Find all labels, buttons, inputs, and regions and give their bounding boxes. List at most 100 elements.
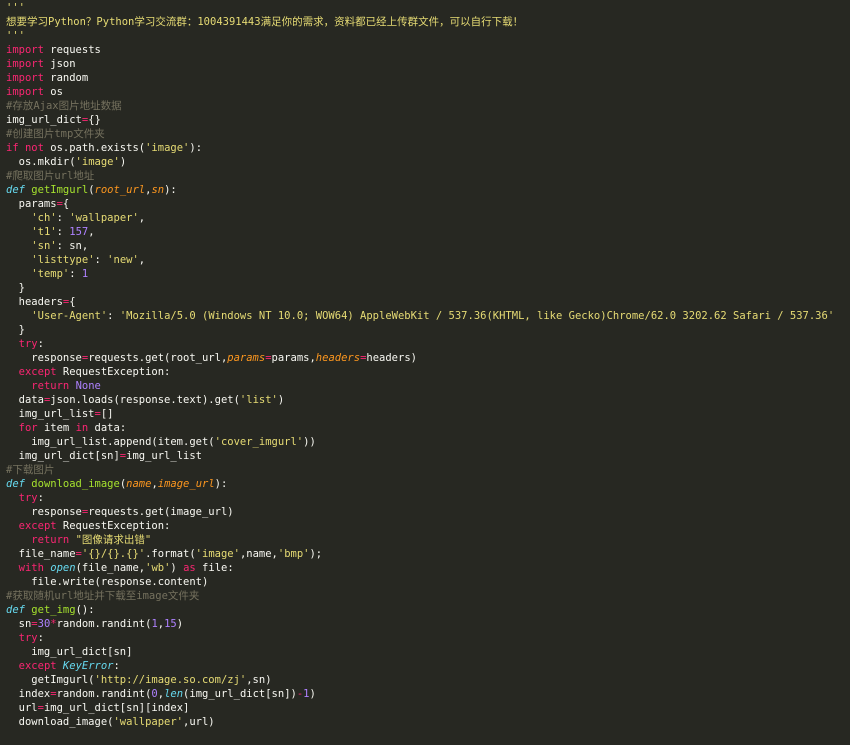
code-token: ) — [119, 156, 127, 168]
code-token: ); — [309, 548, 323, 560]
code-token: 'Mozilla/5.0 (Windows NT 10.0; WOW64) Ap… — [119, 310, 835, 322]
code-token: getImgurl — [31, 184, 89, 196]
code-token: in — [75, 422, 89, 434]
code-token: response — [6, 506, 82, 518]
code-token: as — [183, 562, 196, 574]
code-line: 'temp': 1 — [6, 267, 850, 281]
code-token: : — [37, 338, 44, 350]
code-line: img_url_list=[] — [6, 407, 850, 421]
code-token: ,sn) — [246, 674, 272, 686]
code-token: (): — [75, 604, 95, 616]
code-token: 't1' — [31, 226, 57, 238]
code-token: } — [6, 282, 25, 294]
code-token: KeyError — [62, 660, 114, 672]
code-line: return "图像请求出错" — [6, 533, 850, 547]
code-token: 'listtype' — [31, 254, 95, 266]
code-line: index=random.randint(0,len(img_url_dict[… — [6, 687, 850, 701]
code-token: os.path.exists( — [43, 142, 146, 154]
code-token: 想要学习Python？Python学习交流群：1004391443满足你的需求，… — [6, 16, 524, 28]
code-token: (file_name, — [75, 562, 146, 574]
code-line: img_url_dict[sn] — [6, 645, 850, 659]
code-token: try — [18, 632, 38, 644]
code-token: if — [6, 142, 19, 154]
code-token: ) — [309, 688, 316, 700]
code-line: response=requests.get(image_url) — [6, 505, 850, 519]
code-line: sn=30*random.randint(1,15) — [6, 617, 850, 631]
code-token: image_url — [157, 478, 215, 490]
code-token: #存放Ajax图片地址数据 — [6, 100, 122, 112]
code-line: with open(file_name,'wb') as file: — [6, 561, 850, 575]
code-line: getImgurl('http://image.so.com/zj',sn) — [6, 673, 850, 687]
code-token: url — [6, 702, 38, 714]
code-line: def getImgurl(root_url,sn): — [6, 183, 850, 197]
code-line: if not os.path.exists('image'): — [6, 141, 850, 155]
code-line: params={ — [6, 197, 850, 211]
code-token: data — [6, 394, 44, 406]
code-token: open — [50, 562, 76, 574]
code-token: data: — [88, 422, 127, 434]
code-token: headers) — [366, 352, 417, 364]
code-token: import — [6, 86, 44, 98]
code-token: ) — [176, 618, 184, 630]
code-line: headers={ — [6, 295, 850, 309]
code-token: { — [69, 296, 76, 308]
code-editor[interactable]: ''' 想要学习Python？Python学习交流群：1004391443满足你的… — [0, 0, 850, 745]
code-line: import json — [6, 57, 850, 71]
code-token: params — [6, 198, 57, 210]
code-token: 'http://image.so.com/zj' — [94, 674, 247, 686]
code-token: 1 — [81, 268, 89, 280]
code-token: [] — [100, 408, 114, 420]
code-token: RequestException: — [56, 520, 171, 532]
code-token: with — [18, 562, 44, 574]
code-token: 'User-Agent' — [31, 310, 108, 322]
code-line: try: — [6, 631, 850, 645]
code-token: def — [6, 184, 25, 196]
code-token: : sn, — [56, 240, 89, 252]
code-line: img_url_dict[sn]=img_url_list — [6, 449, 850, 463]
code-token: requests.get(root_url, — [88, 352, 228, 364]
code-token: requests — [43, 44, 101, 56]
code-token: 'temp' — [31, 268, 70, 280]
code-token: 'new' — [107, 254, 139, 266]
code-token: file: — [195, 562, 234, 574]
code-line: def get_img(): — [6, 603, 850, 617]
code-token: json — [43, 58, 76, 70]
code-token: download_image — [31, 478, 120, 490]
code-token: img_url_dict[sn] — [6, 646, 133, 658]
code-line: import random — [6, 71, 850, 85]
code-token: get_img — [31, 604, 76, 616]
code-token: try — [18, 338, 38, 350]
code-token: name — [126, 478, 152, 490]
code-line: img_url_list.append(item.get('cover_imgu… — [6, 435, 850, 449]
code-token: , — [138, 212, 146, 224]
code-token: : — [113, 660, 120, 672]
code-token: 'list' — [239, 394, 278, 406]
code-token: None — [75, 380, 101, 392]
code-token: img_url_list — [6, 408, 95, 420]
code-token: download_image( — [6, 716, 114, 728]
code-token: : — [56, 212, 70, 224]
code-line: #下载图片 — [6, 463, 850, 477]
code-token: (img_url_dict[sn]) — [183, 688, 297, 700]
code-token: : — [107, 310, 120, 322]
code-line: } — [6, 323, 850, 337]
code-token: 15 — [164, 618, 177, 630]
code-token: headers — [6, 296, 63, 308]
code-token: params — [227, 352, 266, 364]
code-line: 't1': 157, — [6, 225, 850, 239]
code-token: 'wb' — [145, 562, 171, 574]
code-token: ): — [164, 184, 177, 196]
code-line: def download_image(name,image_url): — [6, 477, 850, 491]
code-token: file.write(response.content) — [6, 576, 209, 588]
code-token: #爬取图片url地址 — [6, 170, 95, 182]
code-line: url=img_url_dict[sn][index] — [6, 701, 850, 715]
code-token: : — [37, 492, 44, 504]
code-token: requests.get(image_url) — [88, 506, 234, 518]
code-line: response=requests.get(root_url,params=pa… — [6, 351, 850, 365]
code-token: sn — [6, 618, 32, 630]
